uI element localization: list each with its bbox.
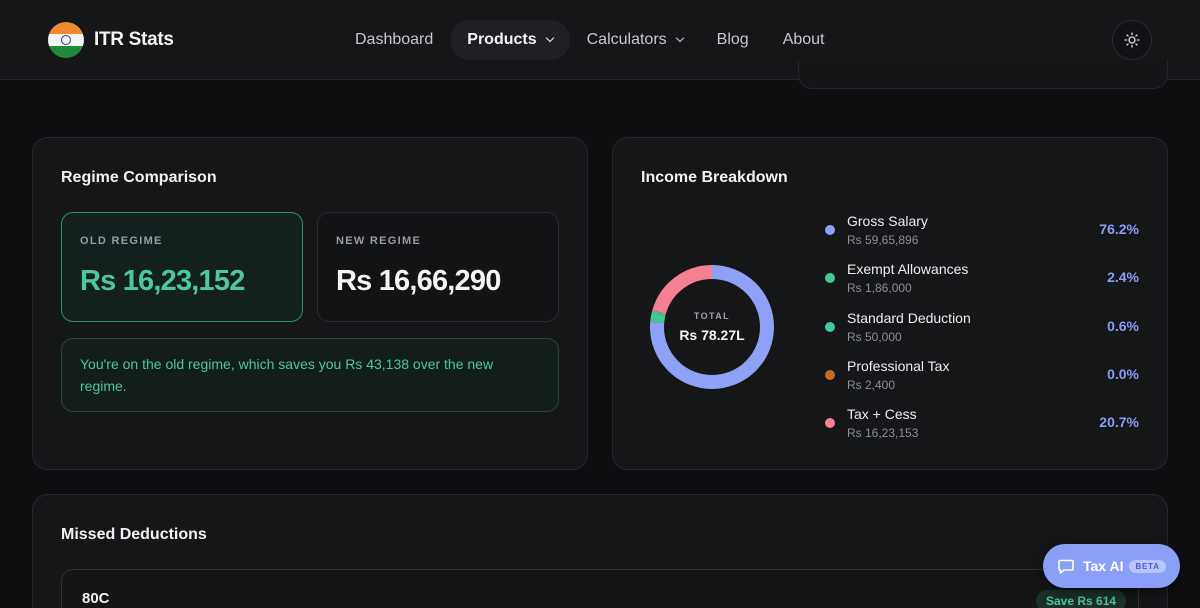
nav-calculators-label: Calculators <box>586 31 667 48</box>
regime-comparison-title: Regime Comparison <box>61 169 217 186</box>
nav-calculators[interactable]: Calculators <box>570 20 700 60</box>
new-regime-box: NEW REGIME Rs 16,66,290 <box>317 212 559 322</box>
nav-blog-label: Blog <box>716 31 749 48</box>
legend-item: Professional Tax Rs 2,400 0.0% <box>823 358 1143 398</box>
legend-item: Standard Deduction Rs 50,000 0.6% <box>823 310 1143 350</box>
legend-item: Tax + Cess Rs 16,23,153 20.7% <box>823 406 1143 446</box>
india-flag-icon <box>48 22 84 58</box>
tax-ai-label: Tax AI <box>1083 558 1124 574</box>
nav-about-label: About <box>782 31 825 48</box>
legend-amount: Rs 1,86,000 <box>847 281 912 295</box>
nav-about[interactable]: About <box>766 20 842 60</box>
donut-total-caption: TOTAL <box>693 311 731 321</box>
brand-link[interactable]: ITR Stats <box>48 22 174 58</box>
legend-item: Exempt Allowances Rs 1,86,000 2.4% <box>823 261 1143 301</box>
legend-amount: Rs 2,400 <box>847 378 896 392</box>
legend-item: Gross Salary Rs 59,65,896 76.2% <box>823 213 1143 253</box>
nav-products[interactable]: Products <box>450 20 570 60</box>
income-breakdown-title: Income Breakdown <box>641 169 788 186</box>
donut-total-value: Rs 78.27L <box>679 327 745 343</box>
income-breakdown-card: Income Breakdown TOTAL Rs 78.27L Gross S… <box>612 137 1168 470</box>
nav-links: Dashboard Products Calculators Blog Abou… <box>338 20 842 60</box>
nav-dashboard-label: Dashboard <box>355 31 434 48</box>
old-regime-box: OLD REGIME Rs 16,23,152 <box>61 212 303 322</box>
deduction-item[interactable]: 80C Save Rs 614 <box>61 569 1139 608</box>
new-regime-value: Rs 16,66,290 <box>336 265 501 297</box>
legend-dot <box>825 322 835 332</box>
sun-icon <box>1124 32 1140 48</box>
previous-card-edge <box>798 60 1168 89</box>
beta-badge: BETA <box>1129 559 1166 573</box>
theme-toggle-button[interactable] <box>1112 20 1152 60</box>
legend-dot <box>825 370 835 380</box>
nav-dashboard[interactable]: Dashboard <box>338 20 450 60</box>
legend-dot <box>825 225 835 235</box>
regime-savings-note: You're on the old regime, which saves yo… <box>61 338 559 412</box>
missed-deductions-title: Missed Deductions <box>61 526 207 543</box>
chevron-down-icon <box>545 33 554 43</box>
missed-deductions-card: Missed Deductions 80C Save Rs 614 <box>32 494 1168 608</box>
legend-dot <box>825 418 835 428</box>
donut-center: TOTAL Rs 78.27L <box>647 262 777 392</box>
legend-percent: 76.2% <box>1099 221 1139 237</box>
legend-name: Exempt Allowances <box>847 261 969 277</box>
legend-amount: Rs 59,65,896 <box>847 233 919 247</box>
old-regime-label: OLD REGIME <box>80 235 163 247</box>
legend-amount: Rs 50,000 <box>847 330 902 344</box>
legend-percent: 0.0% <box>1107 366 1139 382</box>
regime-comparison-card: Regime Comparison OLD REGIME Rs 16,23,15… <box>32 137 588 470</box>
legend-name: Gross Salary <box>847 213 928 229</box>
legend-percent: 2.4% <box>1107 269 1139 285</box>
legend-name: Standard Deduction <box>847 310 971 326</box>
nav-blog[interactable]: Blog <box>700 20 766 60</box>
nav-products-label: Products <box>467 31 537 48</box>
chevron-down-icon <box>675 33 684 43</box>
deduction-name: 80C <box>82 590 110 607</box>
old-regime-value: Rs 16,23,152 <box>80 265 245 297</box>
new-regime-label: NEW REGIME <box>336 235 422 247</box>
legend-name: Professional Tax <box>847 358 950 374</box>
tax-ai-button[interactable]: Tax AI BETA <box>1043 544 1180 588</box>
chat-bubble-icon <box>1058 559 1074 574</box>
legend-percent: 20.7% <box>1099 414 1139 430</box>
legend-amount: Rs 16,23,153 <box>847 426 919 440</box>
legend-name: Tax + Cess <box>847 406 917 422</box>
brand-name: ITR Stats <box>94 29 174 50</box>
legend-percent: 0.6% <box>1107 318 1139 334</box>
save-badge: Save Rs 614 <box>1036 590 1127 608</box>
legend-dot <box>825 273 835 283</box>
